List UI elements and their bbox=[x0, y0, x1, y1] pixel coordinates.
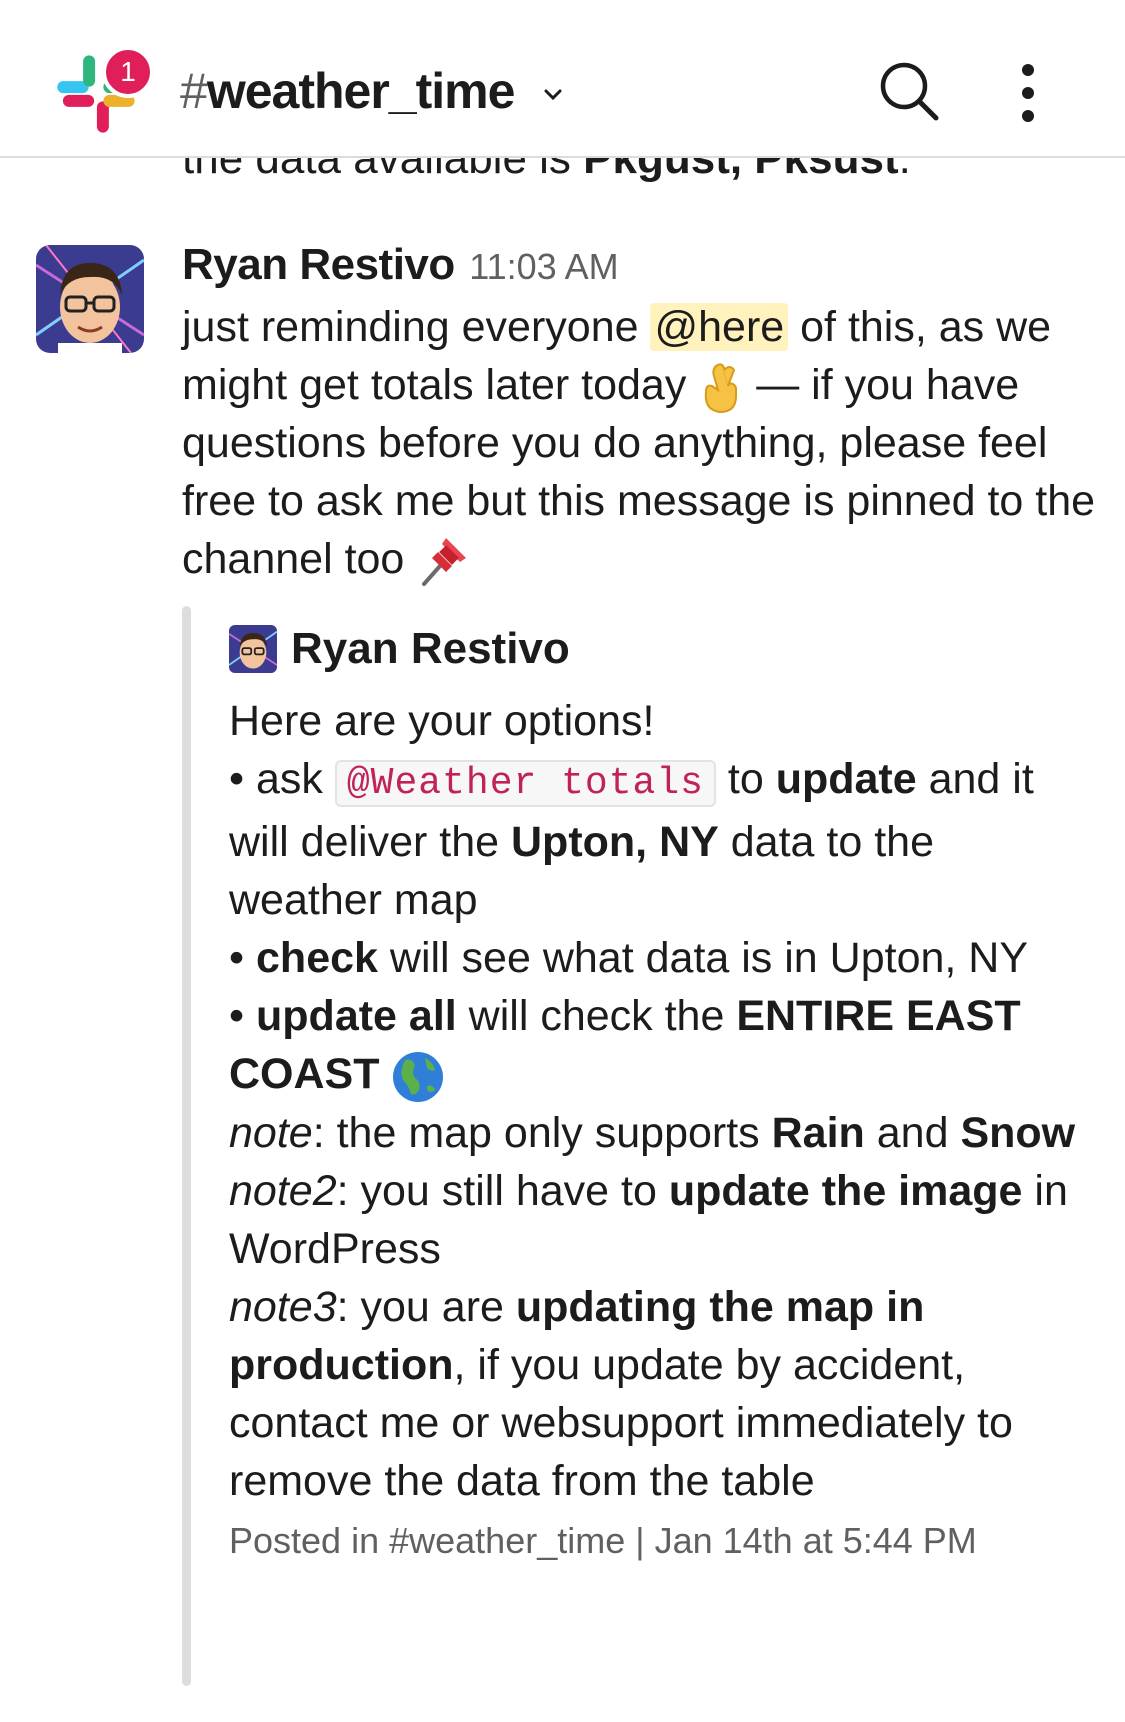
bullet-text: • bbox=[229, 992, 257, 1040]
option-update: • ask @Weather totals to update and it w… bbox=[229, 750, 1097, 929]
more-vertical-icon[interactable] bbox=[1010, 62, 1046, 124]
earth-americas-icon bbox=[393, 1051, 444, 1102]
note-1: note: the map only supports Rain and Sno… bbox=[229, 1104, 1097, 1162]
chevron-down-icon[interactable] bbox=[540, 82, 566, 108]
note-text: and bbox=[864, 1108, 961, 1157]
channel-name: weather_time bbox=[206, 63, 516, 119]
message-timestamp[interactable]: 11:03 AM bbox=[469, 246, 618, 287]
attachment-content: Ryan Restivo Here are your options! • as… bbox=[229, 606, 1097, 1562]
message-text-1: just reminding everyone bbox=[182, 303, 651, 351]
note-2: note2: you still have to update the imag… bbox=[229, 1162, 1097, 1278]
bullet-text: • ask bbox=[229, 755, 335, 803]
note-3: note3: you are updating the map in produ… bbox=[229, 1278, 1097, 1510]
crossed-fingers-icon bbox=[705, 363, 738, 413]
bullet-text: • bbox=[229, 934, 257, 982]
option-bold: update all bbox=[256, 992, 457, 1040]
avatar-image bbox=[36, 245, 144, 353]
note-text: : you still have to bbox=[336, 1166, 669, 1215]
channel-header: 1 #weather_time bbox=[0, 0, 1125, 158]
option-text: to bbox=[715, 755, 776, 803]
note-label: note2 bbox=[229, 1166, 337, 1215]
attachment-footer[interactable]: Posted in #weather_time | Jan 14th at 5:… bbox=[229, 1520, 1097, 1562]
note-bold: Rain bbox=[771, 1108, 865, 1157]
attachment-avatar-image bbox=[229, 625, 277, 673]
option-bold: update bbox=[775, 755, 917, 803]
option-text: will see what data is in Upton, NY bbox=[377, 934, 1029, 982]
message-body: just reminding everyone @here of this, a… bbox=[182, 298, 1097, 590]
message: Ryan Restivo 11:03 AM just reminding eve… bbox=[182, 240, 1097, 590]
option-text: will check the bbox=[456, 992, 737, 1040]
weather-totals-code: @Weather totals bbox=[334, 760, 716, 807]
attachment-intro: Here are your options! bbox=[229, 697, 655, 745]
message-header: Ryan Restivo 11:03 AM bbox=[182, 240, 1097, 290]
option-check: • check will see what data is in Upton, … bbox=[229, 929, 1097, 987]
note-bold: Snow bbox=[960, 1108, 1076, 1157]
note-bold: update the image bbox=[668, 1166, 1023, 1215]
here-mention[interactable]: @here bbox=[650, 303, 789, 351]
search-icon[interactable] bbox=[876, 58, 942, 124]
attachment-avatar bbox=[229, 625, 277, 673]
channel-hash: # bbox=[180, 63, 208, 119]
attachment-author[interactable]: Ryan Restivo bbox=[291, 624, 570, 674]
channel-title[interactable]: #weather_time bbox=[180, 62, 516, 120]
note-text: : you are bbox=[336, 1282, 516, 1331]
pushpin-icon bbox=[422, 537, 467, 586]
note-text: : the map only supports bbox=[312, 1108, 772, 1157]
option-update-all: • update all will check the ENTIRE EAST … bbox=[229, 987, 1097, 1104]
avatar[interactable] bbox=[36, 245, 144, 353]
option-bold: Upton, NY bbox=[511, 818, 719, 866]
attachment-bar bbox=[182, 606, 191, 1686]
attachment-header: Ryan Restivo bbox=[229, 606, 1097, 692]
message-attachment[interactable]: Ryan Restivo Here are your options! • as… bbox=[182, 606, 1102, 1686]
note-label: note3 bbox=[229, 1282, 337, 1331]
notification-badge: 1 bbox=[102, 46, 154, 98]
note-label: note bbox=[229, 1108, 313, 1157]
attachment-body: Here are your options! • ask @Weather to… bbox=[229, 692, 1097, 1510]
option-bold: check bbox=[256, 934, 378, 982]
message-author[interactable]: Ryan Restivo bbox=[182, 240, 455, 289]
